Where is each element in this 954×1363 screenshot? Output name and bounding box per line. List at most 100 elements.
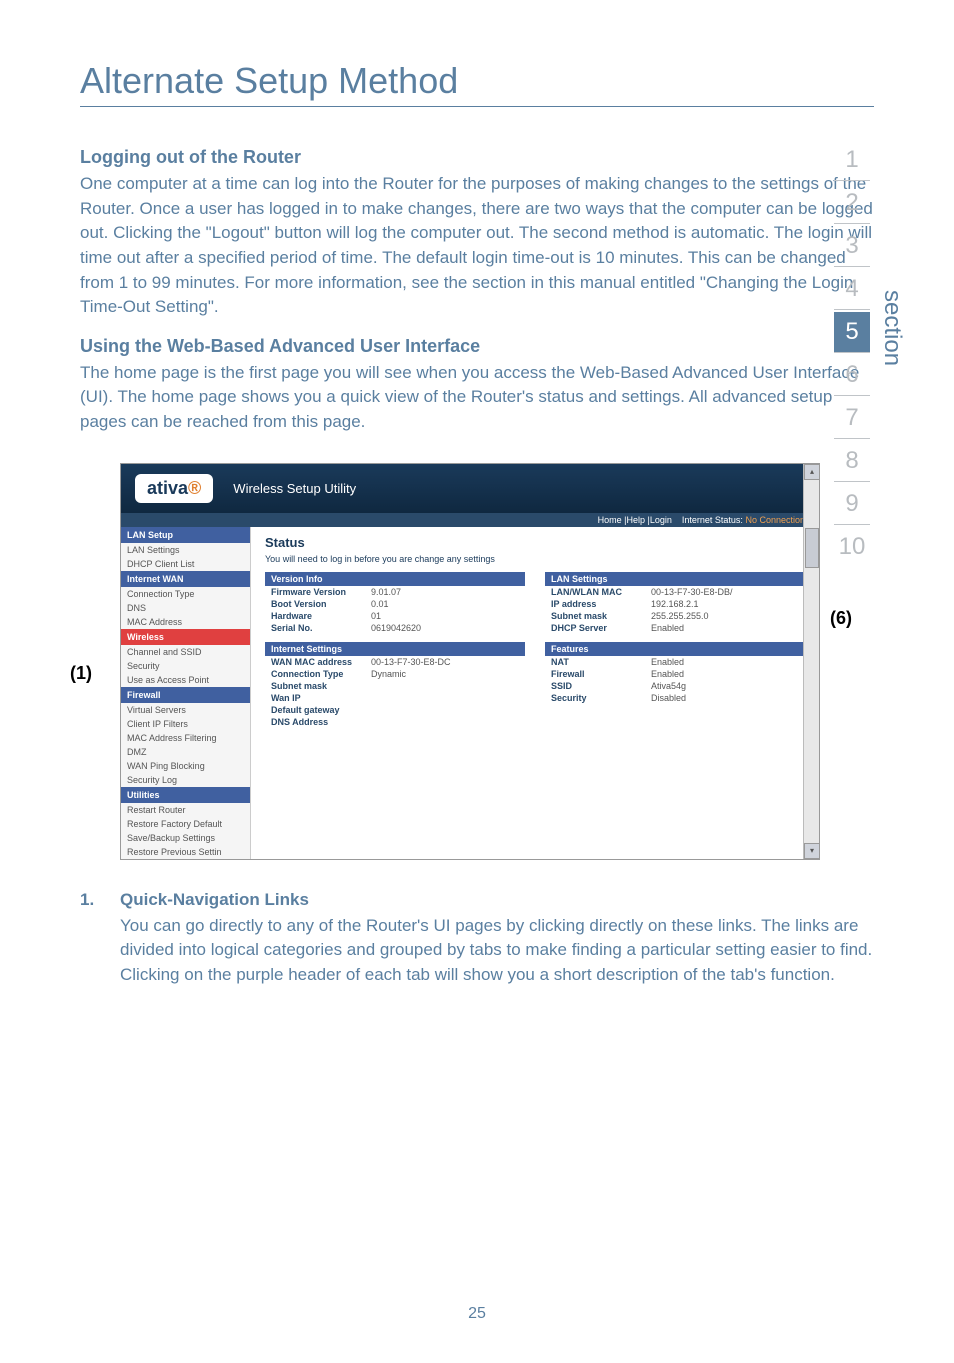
callout-1: (1): [70, 663, 92, 684]
tab-2[interactable]: 2: [834, 183, 870, 224]
nav-save-backup[interactable]: Save/Backup Settings: [121, 831, 250, 845]
serial-val: 0619042620: [371, 623, 421, 633]
page-title: Alternate Setup Method: [80, 60, 874, 102]
tab-3[interactable]: 3: [834, 226, 870, 267]
nav-lan-settings[interactable]: LAN Settings: [121, 543, 250, 557]
nav-internet-wan[interactable]: Internet WAN: [121, 571, 250, 587]
ativa-logo: ativa®: [135, 474, 213, 503]
nav-sec-log[interactable]: Security Log: [121, 773, 250, 787]
list-text-1: You can go directly to any of the Router…: [120, 914, 874, 988]
router-screenshot-figure: (1) (2) (5) (4) (3) (6) (7) (8) (9) (10)…: [80, 463, 874, 860]
panel-internet-settings: Internet Settings: [265, 642, 525, 656]
nav-wireless[interactable]: Wireless: [121, 629, 250, 645]
panel-left: Version Info Firmware Version9.01.07 Boo…: [265, 572, 525, 728]
tab-1[interactable]: 1: [834, 140, 870, 181]
panel-version-info: Version Info: [265, 572, 525, 586]
boot-ver-val: 0.01: [371, 599, 389, 609]
hardware-key: Hardware: [271, 611, 371, 621]
scroll-thumb[interactable]: [805, 528, 819, 568]
router-header: ativa® Wireless Setup Utility: [121, 464, 819, 513]
panel-features: Features: [545, 642, 805, 656]
scroll-up-icon[interactable]: ▴: [804, 464, 820, 480]
heading-logout: Logging out of the Router: [80, 147, 874, 168]
nav-conn-type[interactable]: Connection Type: [121, 587, 250, 601]
serial-key: Serial No.: [271, 623, 371, 633]
heading-ui: Using the Web-Based Advanced User Interf…: [80, 336, 874, 357]
content-area: Status You will need to log in before yo…: [251, 527, 819, 859]
nav-virtual-servers[interactable]: Virtual Servers: [121, 703, 250, 717]
wan-mac-key: WAN MAC address: [271, 657, 371, 667]
body-logout: One computer at a time can log into the …: [80, 172, 874, 320]
tab-5[interactable]: 5: [834, 312, 870, 353]
tab-7[interactable]: 7: [834, 398, 870, 439]
body-ui: The home page is the first page you will…: [80, 361, 874, 435]
login-note: You will need to log in before you are c…: [265, 554, 805, 564]
nav-channel-ssid[interactable]: Channel and SSID: [121, 645, 250, 659]
subnet2-val: 255.255.255.0: [651, 611, 709, 621]
wan-mac-val: 00-13-F7-30-E8-DC: [371, 657, 451, 667]
ip-addr-key: IP address: [551, 599, 651, 609]
nat-val: Enabled: [651, 657, 684, 667]
ssid-val: Ativa54g: [651, 681, 686, 691]
section-label: section: [878, 290, 906, 366]
nav-client-ip[interactable]: Client IP Filters: [121, 717, 250, 731]
tab-4[interactable]: 4: [834, 269, 870, 310]
subnet2-key: Subnet mask: [551, 611, 651, 621]
nav-mac-addr[interactable]: MAC Address: [121, 615, 250, 629]
nav-wan-ping[interactable]: WAN Ping Blocking: [121, 759, 250, 773]
nav-restore-prev[interactable]: Restore Previous Settin: [121, 845, 250, 859]
callout-6: (6): [830, 608, 852, 629]
nav-mac-filter[interactable]: MAC Address Filtering: [121, 731, 250, 745]
fw-key: Firewall: [551, 669, 651, 679]
subnet-key: Subnet mask: [271, 681, 371, 691]
dns-addr-key: DNS Address: [271, 717, 371, 727]
router-topbar: Home |Help |Login Internet Status: No Co…: [121, 513, 819, 527]
firmware-ver-key: Firmware Version: [271, 587, 371, 597]
router-body: LAN Setup LAN Settings DHCP Client List …: [121, 527, 819, 859]
scrollbar[interactable]: ▴ ▾: [803, 464, 819, 859]
list-item-1: 1. Quick-Navigation Links You can go dir…: [80, 890, 874, 988]
dhcp-val: Enabled: [651, 623, 684, 633]
nav-firewall[interactable]: Firewall: [121, 687, 250, 703]
conn-type-key: Connection Type: [271, 669, 371, 679]
list-heading-1: Quick-Navigation Links: [120, 890, 874, 910]
page-number: 25: [468, 1305, 486, 1323]
nav-lan-setup[interactable]: LAN Setup: [121, 527, 250, 543]
wan-ip-key: Wan IP: [271, 693, 371, 703]
nav-restart[interactable]: Restart Router: [121, 803, 250, 817]
nav-dns[interactable]: DNS: [121, 601, 250, 615]
nav-use-ap[interactable]: Use as Access Point: [121, 673, 250, 687]
nav-sidebar: LAN Setup LAN Settings DHCP Client List …: [121, 527, 251, 859]
ssid-key: SSID: [551, 681, 651, 691]
status-label: Status: [265, 535, 805, 550]
lan-mac-key: LAN/WLAN MAC: [551, 587, 651, 597]
title-underline: [80, 106, 874, 107]
nav-dhcp-client[interactable]: DHCP Client List: [121, 557, 250, 571]
tab-6[interactable]: 6: [834, 355, 870, 396]
ip-addr-val: 192.168.2.1: [651, 599, 699, 609]
nat-key: NAT: [551, 657, 651, 667]
panel-right: LAN Settings LAN/WLAN MAC00-13-F7-30-E8-…: [545, 572, 805, 728]
sec-key: Security: [551, 693, 651, 703]
list-num-1: 1.: [80, 890, 120, 988]
conn-type-val: Dynamic: [371, 669, 406, 679]
boot-ver-key: Boot Version: [271, 599, 371, 609]
fw-val: Enabled: [651, 669, 684, 679]
topbar-status-label: Internet Status:: [682, 515, 743, 525]
gateway-key: Default gateway: [271, 705, 371, 715]
dhcp-key: DHCP Server: [551, 623, 651, 633]
nav-dmz[interactable]: DMZ: [121, 745, 250, 759]
topbar-links[interactable]: Home |Help |Login: [598, 515, 672, 525]
sec-val: Disabled: [651, 693, 686, 703]
scroll-down-icon[interactable]: ▾: [804, 843, 820, 859]
nav-utilities[interactable]: Utilities: [121, 787, 250, 803]
topbar-status-value: No Connection: [745, 515, 805, 525]
nav-security[interactable]: Security: [121, 659, 250, 673]
nav-restore-factory[interactable]: Restore Factory Default: [121, 817, 250, 831]
hardware-val: 01: [371, 611, 381, 621]
lan-mac-val: 00-13-F7-30-E8-DB/: [651, 587, 733, 597]
firmware-ver-val: 9.01.07: [371, 587, 401, 597]
router-window: ativa® Wireless Setup Utility Home |Help…: [120, 463, 820, 860]
panel-lan-settings: LAN Settings: [545, 572, 805, 586]
header-title: Wireless Setup Utility: [233, 481, 356, 496]
